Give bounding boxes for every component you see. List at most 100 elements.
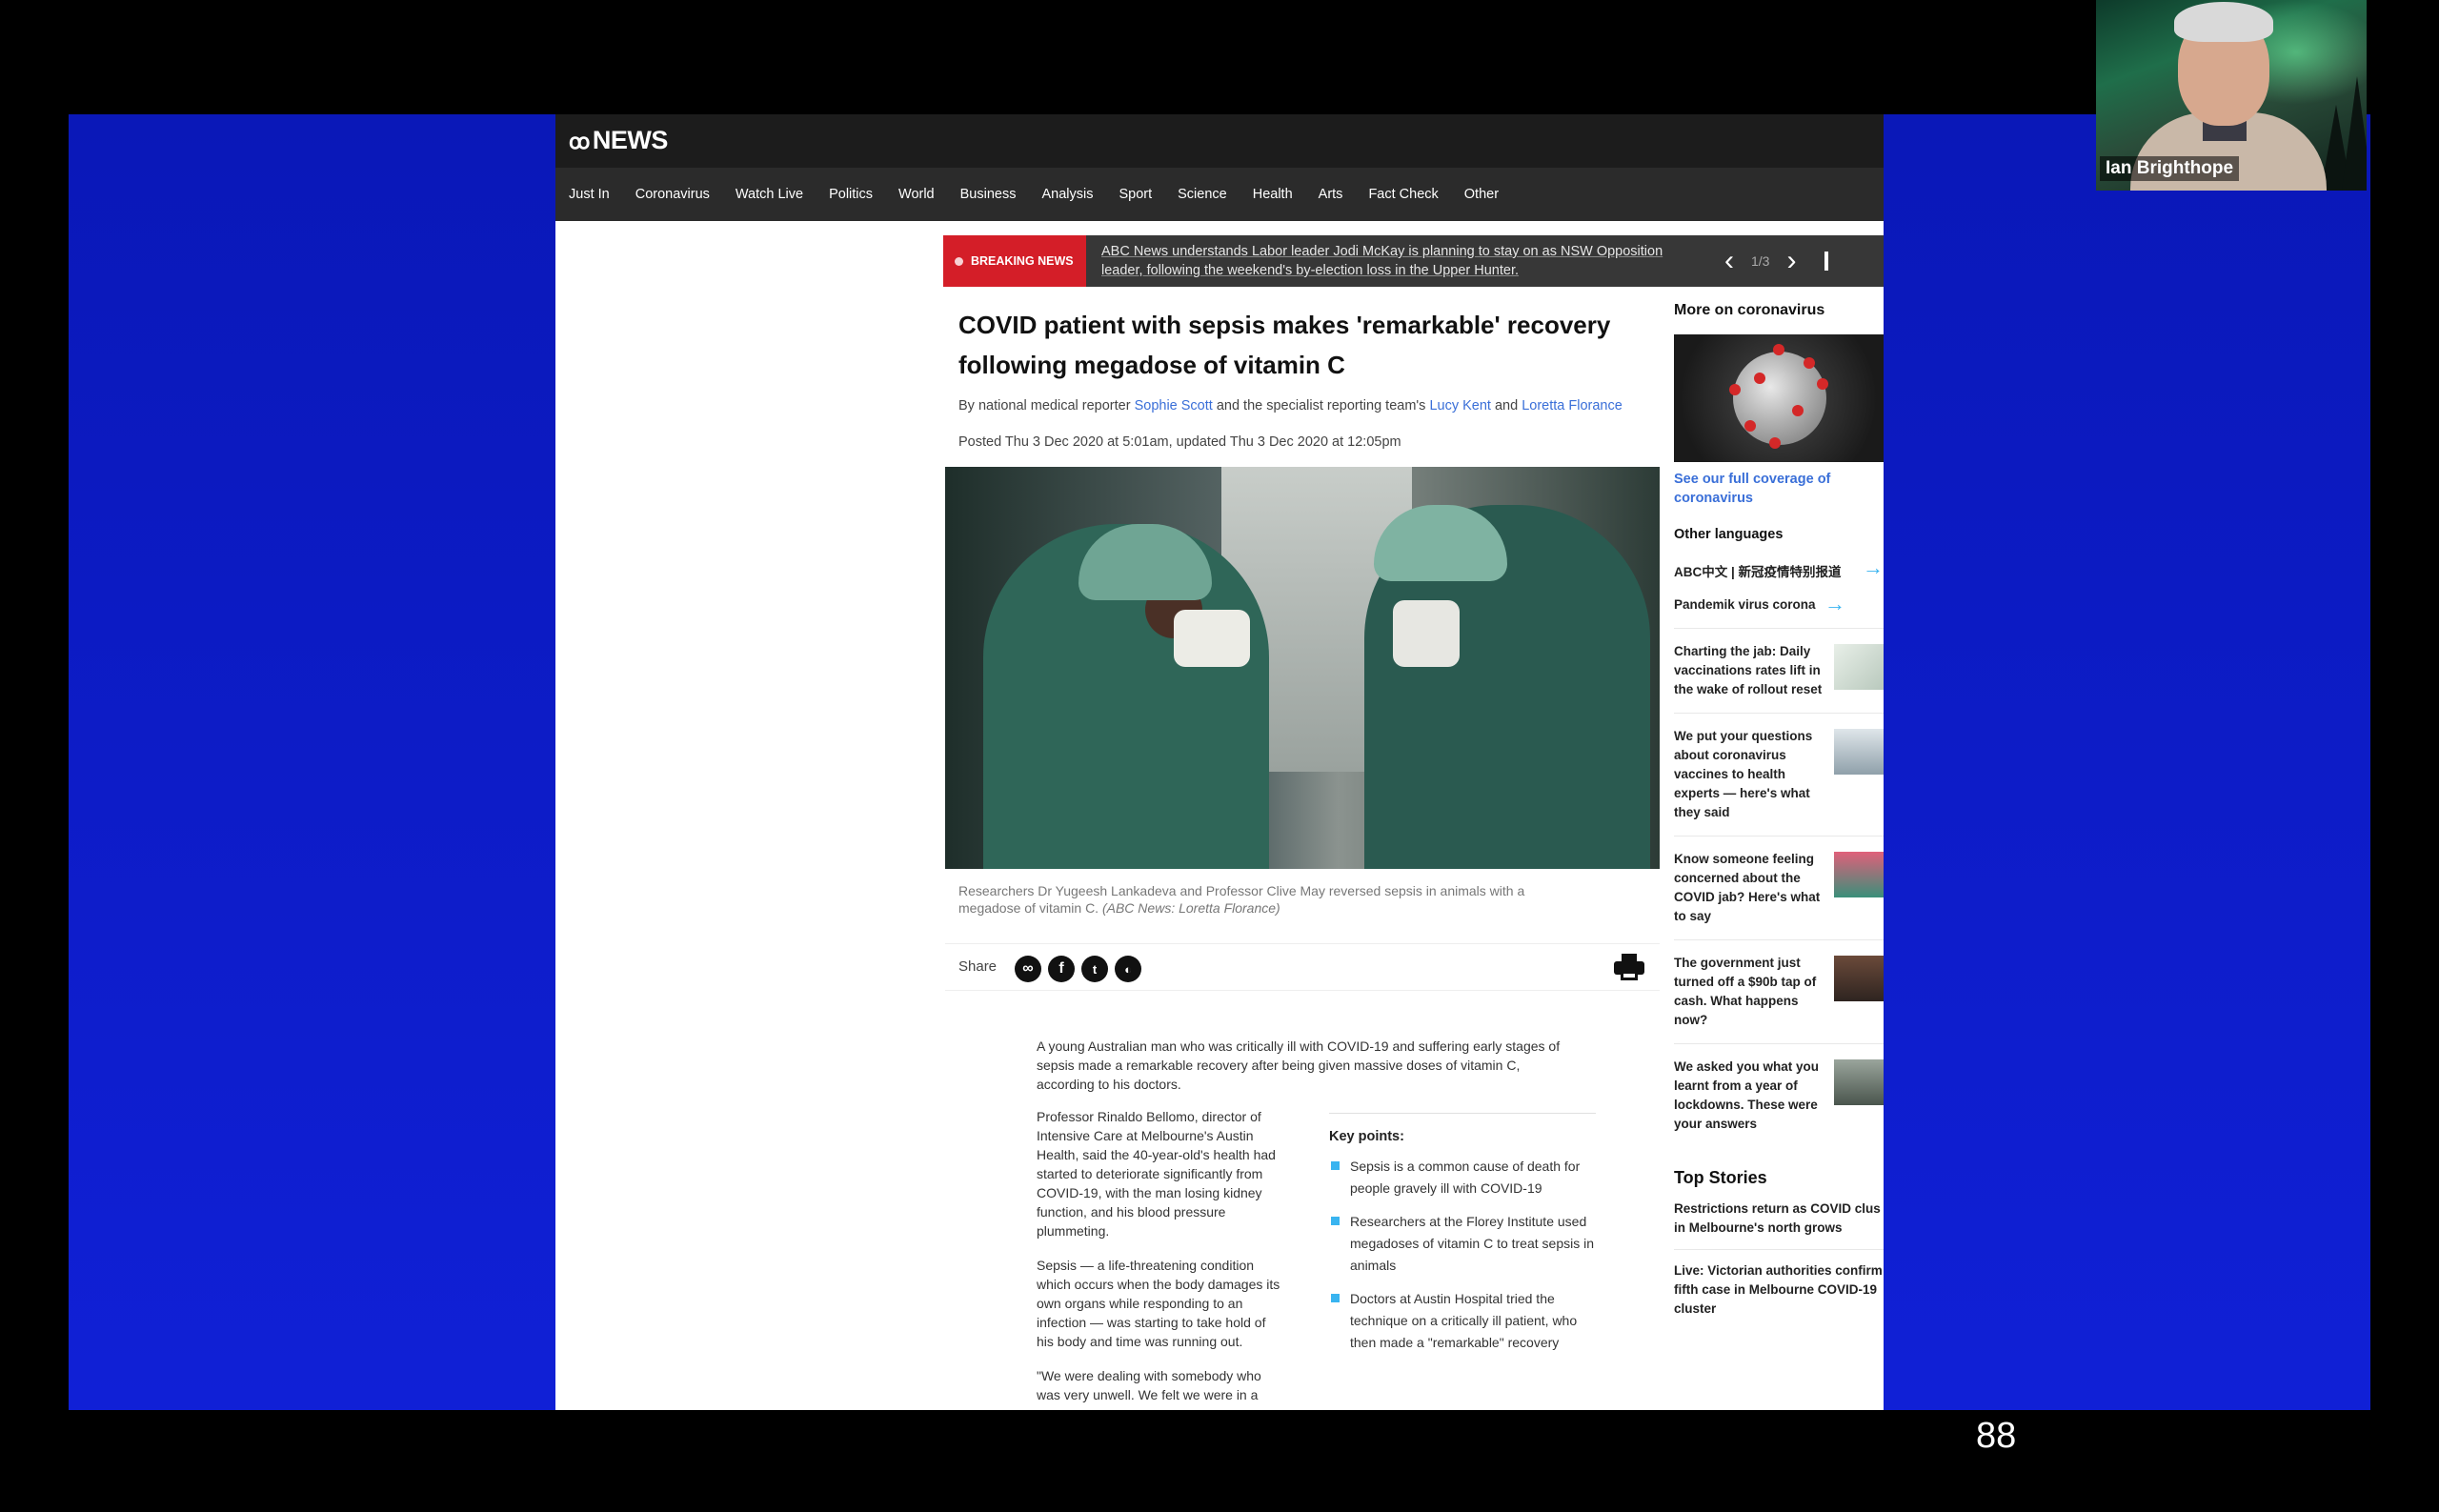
nav-item-coronavirus[interactable]: Coronavirus [635, 187, 710, 202]
author-link-sophie-scott[interactable]: Sophie Scott [1135, 398, 1213, 413]
byline-prefix: By national medical reporter [958, 398, 1135, 413]
breaking-news-headline[interactable]: ABC News understands Labor leader Jodi M… [1101, 242, 1711, 280]
more-on-coronavirus-title: More on coronavirus [1674, 302, 1825, 318]
headline-line-1: COVID patient with sepsis makes 'remarka… [958, 311, 1611, 339]
nav-item-arts[interactable]: Arts [1319, 187, 1343, 202]
image-caption: Researchers Dr Yugeesh Lankadeva and Pro… [958, 882, 1625, 917]
breaking-news-controls: ‹ 1/3 › [1724, 235, 1829, 287]
posted-timestamp: Posted Thu 3 Dec 2020 at 5:01am, updated… [958, 434, 1401, 450]
virus-spike [1744, 420, 1756, 432]
nav-item-sport[interactable]: Sport [1119, 187, 1152, 202]
arrow-right-icon: → [1863, 555, 1884, 579]
share-label: Share [958, 958, 998, 975]
abc-logo-icon: ꝏ [569, 130, 590, 153]
arrow-right-icon: → [1824, 592, 1845, 615]
nav-item-science[interactable]: Science [1178, 187, 1227, 202]
webcam-feed: Ian Brighthope [2096, 0, 2367, 191]
pause-icon[interactable] [1824, 252, 1829, 271]
top-story-link[interactable]: Live: Victorian authorities confirm fift… [1674, 1261, 1884, 1319]
article-hero-image [945, 467, 1660, 869]
language-link-chinese[interactable]: ABC中文 | 新冠疫情特别报道 → [1674, 555, 1884, 579]
nav-item-just-in[interactable]: Just In [569, 187, 610, 202]
sidebar-story-title: We put your questions about coronavirus … [1674, 729, 1813, 819]
breaking-line-1: ABC News understands Labor leader Jodi M… [1101, 244, 1663, 259]
key-point-text: Doctors at Austin Hospital tried the tec… [1350, 1291, 1578, 1350]
breaking-badge-label: BREAKING NEWS [971, 254, 1074, 268]
language-label: Pandemik virus corona [1674, 597, 1816, 612]
article-headline: COVID patient with sepsis makes 'remarka… [958, 305, 1644, 385]
screen: 88 ꝏ NEWS Just In Coronavirus Watch Live … [0, 0, 2439, 1512]
print-icon[interactable] [1614, 954, 1644, 980]
link-icon[interactable]: ∞ [1015, 956, 1041, 982]
nav-item-analysis[interactable]: Analysis [1041, 187, 1093, 202]
caption-line-2: megadose of vitamin C. [958, 900, 1102, 916]
language-label: ABC中文 | 新冠疫情特别报道 [1674, 565, 1842, 579]
main-nav: Just In Coronavirus Watch Live Politics … [555, 168, 1884, 221]
key-point-text: Researchers at the Florey Institute used… [1350, 1214, 1595, 1273]
site-header: ꝏ NEWS [555, 114, 1884, 168]
sidebar-story[interactable]: We put your questions about coronavirus … [1674, 713, 1884, 822]
virus-spike [1804, 357, 1815, 369]
headline-line-2: following megadose of vitamin C [958, 351, 1345, 379]
top-story-link[interactable]: Restrictions return as COVID clus in Mel… [1674, 1200, 1884, 1238]
share-bar: Share ∞ f t ◐ [945, 943, 1660, 991]
sidebar-story[interactable]: The government just turned off a $90b ta… [1674, 939, 1884, 1030]
key-point-item: Sepsis is a common cause of death for pe… [1329, 1156, 1596, 1200]
sidebar-story[interactable]: Know someone feeling concerned about the… [1674, 836, 1884, 926]
share-more-icon[interactable]: ◐ [1115, 956, 1141, 982]
participant-name-label: Ian Brighthope [2100, 156, 2240, 181]
news-webpage-screenshot: ꝏ NEWS Just In Coronavirus Watch Live Pol… [555, 114, 1884, 1410]
breaking-news-bar: BREAKING NEWS ABC News understands Labor… [943, 235, 1884, 287]
key-point-item: Researchers at the Florey Institute used… [1329, 1211, 1596, 1277]
story-thumbnail [1834, 852, 1884, 897]
article-paragraph-2: Sepsis — a life-threatening condition wh… [1037, 1258, 1280, 1349]
bullet-icon [1331, 1217, 1340, 1225]
facebook-icon[interactable]: f [1048, 956, 1075, 982]
key-points-title: Key points: [1329, 1129, 1404, 1144]
key-point-text: Sepsis is a common cause of death for pe… [1350, 1159, 1581, 1196]
chevron-right-icon[interactable]: › [1786, 245, 1796, 277]
sidebar-story[interactable]: We asked you what you learnt from a year… [1674, 1043, 1884, 1134]
logo-text: NEWS [592, 126, 669, 154]
author-link-lucy-kent[interactable]: Lucy Kent [1429, 398, 1491, 413]
story-thumbnail [1834, 644, 1884, 690]
abc-news-logo[interactable]: ꝏ NEWS [569, 126, 668, 155]
sidebar-story-title: We asked you what you learnt from a year… [1674, 1059, 1820, 1131]
nav-item-politics[interactable]: Politics [829, 187, 873, 202]
key-point-item: Doctors at Austin Hospital tried the tec… [1329, 1288, 1596, 1354]
byline-and: and [1490, 398, 1522, 413]
sidebar-story-title: Charting the jab: Daily vaccinations rat… [1674, 644, 1823, 696]
coronavirus-image[interactable] [1674, 334, 1884, 462]
nav-item-other[interactable]: Other [1464, 187, 1499, 202]
presenter-hair [2174, 2, 2273, 42]
article-intro: A young Australian man who was criticall… [1037, 1038, 1561, 1092]
bullet-icon [1331, 1294, 1340, 1302]
breaking-news-badge: BREAKING NEWS [943, 235, 1086, 287]
chevron-left-icon[interactable]: ‹ [1724, 245, 1734, 277]
nav-item-world[interactable]: World [898, 187, 935, 202]
top-story-line: Live: Victorian authorities confirm [1674, 1263, 1883, 1278]
full-coverage-link[interactable]: See our full coverage of coronavirus [1674, 470, 1845, 508]
language-link-indonesian[interactable]: Pandemik virus corona → [1674, 592, 1884, 615]
sidebar-story[interactable]: Charting the jab: Daily vaccinations rat… [1674, 628, 1884, 699]
top-story-line: cluster [1674, 1301, 1717, 1316]
virus-spike [1769, 437, 1781, 449]
nav-item-fact-check[interactable]: Fact Check [1368, 187, 1438, 202]
tree-silhouette [2342, 76, 2367, 191]
virus-spike [1792, 405, 1804, 416]
virus-spike [1754, 373, 1765, 384]
top-stories-title: Top Stories [1674, 1168, 1767, 1187]
virus-spike [1729, 384, 1741, 395]
other-languages-title: Other languages [1674, 527, 1784, 542]
story-thumbnail [1834, 1059, 1884, 1105]
virus-spike [1773, 344, 1784, 355]
nav-item-health[interactable]: Health [1253, 187, 1293, 202]
nav-item-business[interactable]: Business [960, 187, 1017, 202]
slide-number: 88 [1976, 1416, 2017, 1456]
author-link-loretta-florance[interactable]: Loretta Florance [1522, 398, 1623, 413]
nav-item-watch-live[interactable]: Watch Live [736, 187, 803, 202]
article-paragraph-3: "We were dealing with somebody who was v… [1037, 1368, 1261, 1410]
twitter-icon[interactable]: t [1081, 956, 1108, 982]
caption-credit: (ABC News: Loretta Florance) [1101, 900, 1280, 916]
top-story-line: fifth case in Melbourne COVID-19 [1674, 1282, 1878, 1297]
